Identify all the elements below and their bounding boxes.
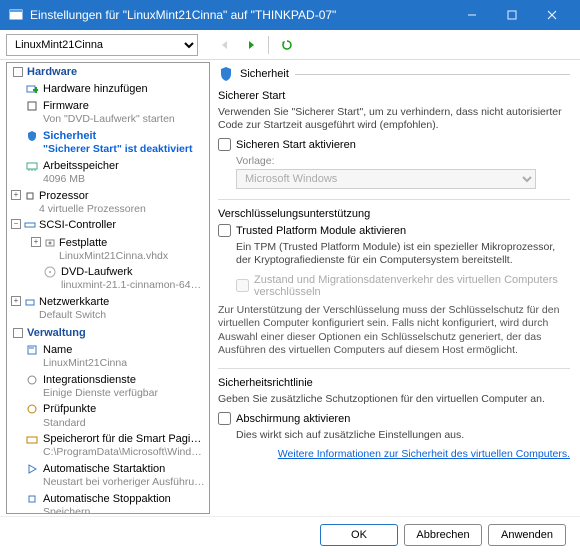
- settings-sidebar[interactable]: Hardware Hardware hinzufügen FirmwareVon…: [6, 62, 210, 514]
- migrate-checkbox: Zustand und Migrationsdatenverkehr des v…: [236, 274, 570, 298]
- refresh-button[interactable]: [276, 34, 298, 56]
- sidebar-item-disk[interactable]: + FestplatteLinuxMint21Cinna.vhdx: [7, 235, 209, 265]
- shield-icon: [25, 130, 39, 142]
- collapse-icon[interactable]: −: [11, 219, 21, 229]
- secureboot-checkbox-input[interactable]: [218, 138, 231, 151]
- content-title: Sicherheit: [240, 68, 289, 80]
- category-management: Verwaltung: [7, 324, 209, 342]
- tpm-checkbox-input[interactable]: [218, 224, 231, 237]
- cpu-icon: [23, 190, 37, 202]
- shield-icon: [218, 66, 234, 82]
- checkpoint-icon: [25, 403, 39, 415]
- encryption-title: Verschlüsselungsunterstützung: [218, 208, 570, 220]
- sidebar-item-cpu[interactable]: + Prozessor4 virtuelle Prozessoren: [7, 188, 209, 218]
- policy-title: Sicherheitsrichtlinie: [218, 377, 570, 389]
- sidebar-item-paging[interactable]: Speicherort für die Smart Paging-D...C:\…: [7, 431, 209, 461]
- maximize-button[interactable]: [492, 0, 532, 30]
- folder-icon: [25, 433, 39, 445]
- services-icon: [25, 374, 39, 386]
- sidebar-item-memory[interactable]: Arbeitsspeicher4096 MB: [7, 158, 209, 188]
- section-policy: Sicherheitsrichtlinie Geben Sie zusätzli…: [218, 377, 570, 460]
- window-title: Einstellungen für "LinuxMint21Cinna" auf…: [30, 8, 452, 22]
- chevron-down-icon: [13, 67, 23, 77]
- disk-icon: [43, 237, 57, 249]
- sidebar-item-security[interactable]: Sicherheit"Sicherer Start" ist deaktivie…: [7, 128, 209, 158]
- sidebar-item-scsi[interactable]: − SCSI-Controller: [7, 217, 209, 234]
- stop-icon: [25, 493, 39, 505]
- sidebar-item-autostart[interactable]: Automatische StartaktionNeustart bei vor…: [7, 461, 209, 491]
- network-icon: [23, 296, 37, 308]
- add-icon: [25, 83, 39, 95]
- secureboot-checkbox[interactable]: Sicheren Start aktivieren: [218, 138, 570, 151]
- template-label: Vorlage:: [236, 155, 570, 167]
- expand-icon[interactable]: +: [11, 296, 21, 306]
- sidebar-item-integration[interactable]: IntegrationsdiensteEinige Dienste verfüg…: [7, 372, 209, 402]
- nav-back-button[interactable]: [214, 34, 236, 56]
- apply-button[interactable]: Anwenden: [488, 524, 566, 546]
- dvd-icon: [43, 266, 57, 278]
- encryption-note: Zur Unterstützung der Verschlüsselung mu…: [218, 304, 570, 359]
- sidebar-item-checkpoints[interactable]: PrüfpunkteStandard: [7, 401, 209, 431]
- expand-icon[interactable]: +: [11, 190, 21, 200]
- content-pane: Sicherheit Sicherer Start Verwenden Sie …: [212, 60, 580, 516]
- controller-icon: [23, 219, 37, 231]
- category-hardware: Hardware: [7, 63, 209, 81]
- shielding-note: Dies wirkt sich auf zusätzliche Einstell…: [236, 429, 570, 442]
- cancel-button[interactable]: Abbrechen: [404, 524, 482, 546]
- secureboot-title: Sicherer Start: [218, 90, 570, 102]
- sidebar-item-add-hardware[interactable]: Hardware hinzufügen: [7, 81, 209, 98]
- expand-icon[interactable]: +: [31, 237, 41, 247]
- sidebar-item-network[interactable]: + NetzwerkkarteDefault Switch: [7, 294, 209, 324]
- ok-button[interactable]: OK: [320, 524, 398, 546]
- app-icon: [8, 7, 24, 23]
- tpm-desc: Ein TPM (Trusted Platform Module) ist ei…: [236, 241, 570, 267]
- section-encryption: Verschlüsselungsunterstützung Trusted Pl…: [218, 208, 570, 358]
- tag-icon: [25, 344, 39, 356]
- more-info-link[interactable]: Weitere Informationen zur Sicherheit des…: [218, 448, 570, 460]
- nav-forward-button[interactable]: [240, 34, 262, 56]
- policy-desc: Geben Sie zusätzliche Schutzoptionen für…: [218, 393, 570, 406]
- start-icon: [25, 463, 39, 475]
- sidebar-item-name[interactable]: NameLinuxMint21Cinna: [7, 342, 209, 372]
- sidebar-item-dvd[interactable]: DVD-Laufwerklinuxmint-21.1-cinnamon-64bi…: [7, 264, 209, 294]
- chip-icon: [25, 100, 39, 112]
- close-button[interactable]: [532, 0, 572, 30]
- toolbar: LinuxMint21Cinna: [0, 30, 580, 60]
- chevron-down-icon: [13, 328, 23, 338]
- template-select: Microsoft Windows: [236, 169, 536, 189]
- sidebar-item-autostop[interactable]: Automatische StoppaktionSpeichern: [7, 491, 209, 514]
- titlebar: Einstellungen für "LinuxMint21Cinna" auf…: [0, 0, 580, 30]
- secureboot-desc: Verwenden Sie "Sicherer Start", um zu ve…: [218, 106, 570, 132]
- vm-selector[interactable]: LinuxMint21Cinna: [6, 34, 198, 56]
- minimize-button[interactable]: [452, 0, 492, 30]
- shielding-checkbox[interactable]: Abschirmung aktivieren: [218, 412, 570, 425]
- memory-icon: [25, 160, 39, 172]
- section-secureboot: Sicherer Start Verwenden Sie "Sicherer S…: [218, 90, 570, 189]
- sidebar-item-firmware[interactable]: FirmwareVon "DVD-Laufwerk" starten: [7, 98, 209, 128]
- dialog-footer: OK Abbrechen Anwenden: [0, 516, 580, 552]
- shielding-checkbox-input[interactable]: [218, 412, 231, 425]
- tpm-checkbox[interactable]: Trusted Platform Module aktivieren: [218, 224, 570, 237]
- migrate-checkbox-input: [236, 279, 249, 292]
